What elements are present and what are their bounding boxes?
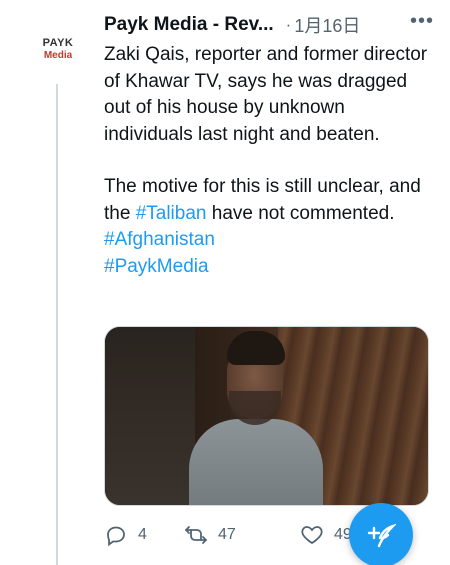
avatar[interactable]: PAYK Media	[33, 24, 83, 74]
tweet-photo[interactable]	[104, 326, 429, 506]
tweet-date[interactable]: 1月16日	[294, 12, 360, 38]
more-options-icon[interactable]: •••	[410, 10, 434, 33]
tweet-header: Payk Media - Rev... · 1月16日 •••	[104, 10, 434, 40]
hashtag-paykmedia[interactable]: #PaykMedia	[104, 256, 209, 277]
avatar-logo-line2: Media	[43, 49, 73, 61]
heart-icon	[301, 526, 323, 545]
compose-tweet-button[interactable]	[349, 503, 413, 565]
tweet-paragraph-2: The motive for this is still unclear, an…	[104, 174, 434, 280]
thread-line	[56, 84, 58, 565]
retweet-icon	[185, 526, 207, 544]
photo-person	[189, 327, 323, 505]
author-name[interactable]: Payk Media - Rev...	[104, 14, 274, 36]
compose-icon	[367, 523, 396, 548]
reply-icon	[107, 526, 125, 547]
hashtag-afghanistan[interactable]: #Afghanistan	[104, 229, 215, 250]
separator: ·	[285, 15, 292, 34]
retweet-count: 47	[218, 526, 236, 543]
tweet-paragraph-1: Zaki Qais, reporter and former director …	[104, 44, 428, 145]
reply-count: 4	[138, 526, 147, 543]
photo-torso	[189, 419, 323, 505]
avatar-logo-line1: PAYK	[42, 36, 74, 49]
tweet[interactable]: PAYK Media Payk Media - Rev... · 1月16日 •…	[0, 0, 450, 565]
photo-hair	[227, 331, 285, 365]
paragraph-2-text-b: have not commented.	[206, 202, 395, 224]
retweet-button[interactable]: 47	[184, 520, 236, 550]
hashtag-taliban[interactable]: #Taliban	[136, 203, 207, 224]
photo-wall	[105, 327, 195, 505]
like-button[interactable]: 49	[300, 520, 352, 550]
tweet-text: Zaki Qais, reporter and former director …	[104, 42, 434, 280]
reply-button[interactable]: 4	[104, 520, 147, 550]
